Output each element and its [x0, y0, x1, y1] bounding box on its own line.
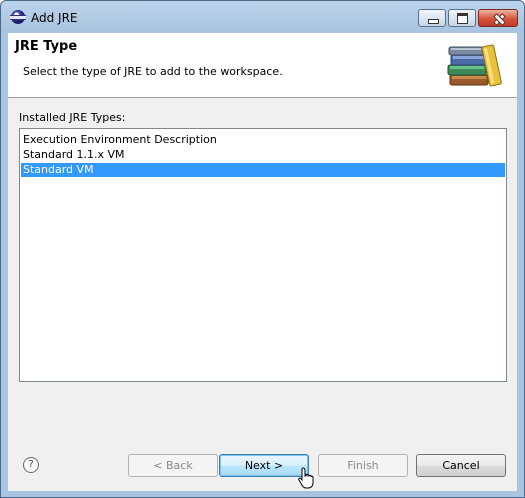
list-item-standard-vm[interactable]: Standard VM — [21, 163, 505, 177]
close-button[interactable] — [478, 9, 518, 27]
dialog-content: JRE Type Select the type of JRE to add t… — [8, 33, 517, 491]
finish-button[interactable]: Finish — [318, 454, 408, 477]
next-button[interactable]: Next > — [219, 454, 309, 477]
wizard-header: JRE Type Select the type of JRE to add t… — [8, 33, 517, 98]
books-icon — [447, 44, 502, 87]
window-title: Add JRE — [31, 11, 78, 25]
mouse-cursor-icon — [298, 467, 314, 489]
help-button[interactable]: ? — [23, 457, 39, 473]
cancel-button[interactable]: Cancel — [416, 454, 506, 477]
title-bar[interactable]: Add JRE — [1, 1, 524, 35]
list-item-standard-11x-vm[interactable]: Standard 1.1.x VM — [21, 148, 505, 162]
installed-jre-types-label: Installed JRE Types: — [19, 111, 126, 124]
add-jre-dialog: Add JRE JRE Type Select the type of JRE … — [0, 0, 525, 498]
minimize-button[interactable] — [418, 9, 446, 27]
page-title: JRE Type — [15, 39, 78, 54]
page-description: Select the type of JRE to add to the wor… — [23, 65, 283, 78]
list-item-execution-environment[interactable]: Execution Environment Description — [21, 133, 505, 147]
jre-types-list[interactable]: Execution Environment Description Standa… — [19, 128, 507, 382]
back-button[interactable]: < Back — [128, 454, 218, 477]
maximize-button[interactable] — [448, 9, 476, 27]
eclipse-icon — [10, 10, 26, 24]
